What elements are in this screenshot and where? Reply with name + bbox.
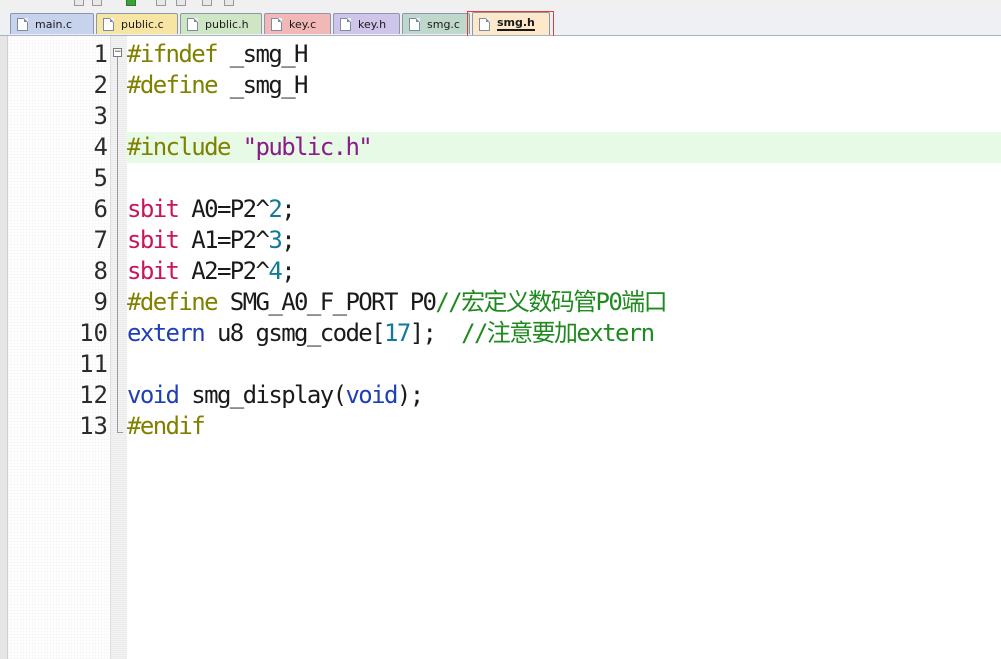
code-token: #define: [127, 288, 219, 316]
tab-label: public.h: [205, 17, 249, 31]
code-token: _smg_H: [216, 71, 309, 99]
code-token: smg_display(: [178, 381, 347, 409]
code-token: A2=P2^: [178, 257, 270, 285]
code-token: #endif: [127, 412, 206, 440]
code-line-text: void smg_display(void);: [127, 380, 424, 411]
code-token: ;: [281, 226, 295, 254]
fold-range-end: [117, 432, 123, 433]
tab-label: key.h: [358, 17, 387, 31]
document-icon: [340, 17, 351, 31]
fold-collapse-icon[interactable]: −: [113, 48, 122, 57]
code-line-text: extern u8 gsmg_code[17]; //注意要加extern: [127, 318, 655, 349]
toolbar-button-icon[interactable]: [74, 0, 84, 6]
code-line[interactable]: sbit A2=P2^4;: [0, 256, 1001, 287]
code-line[interactable]: void smg_display(void);: [0, 380, 1001, 411]
tab-key-h[interactable]: key.h: [333, 13, 400, 34]
document-icon: [187, 17, 198, 31]
tab-main-c[interactable]: main.c: [10, 13, 94, 34]
code-line[interactable]: #endif: [0, 411, 1001, 442]
toolbar-button-icon[interactable]: [92, 0, 102, 6]
toolbar-button-icon[interactable]: [202, 0, 212, 6]
tab-public-c[interactable]: public.c: [96, 13, 178, 34]
code-line[interactable]: [0, 101, 1001, 132]
code-line[interactable]: sbit A0=P2^2;: [0, 194, 1001, 225]
code-token: A1=P2^: [178, 226, 270, 254]
code-token: SMG_A0_F_PORT P0: [216, 288, 437, 316]
code-token: //宏定义数码管P0端口: [435, 288, 667, 316]
fold-range-line: [117, 57, 118, 432]
toolbar-button-icon[interactable]: [126, 0, 136, 6]
code-line[interactable]: #ifndef _smg_H: [0, 39, 1001, 70]
code-line[interactable]: #include "public.h": [126, 132, 1001, 163]
document-icon: [479, 17, 490, 31]
code-line[interactable]: #define SMG_A0_F_PORT P0//宏定义数码管P0端口: [0, 287, 1001, 318]
code-token: _smg_H: [216, 40, 309, 68]
tab-label: key.c: [289, 17, 317, 31]
code-token: #include: [127, 133, 231, 161]
code-line-text: sbit A2=P2^4;: [127, 256, 296, 287]
code-line[interactable]: extern u8 gsmg_code[17]; //注意要加extern: [0, 318, 1001, 349]
code-line-text: sbit A1=P2^3;: [127, 225, 296, 256]
document-icon: [271, 17, 282, 31]
code-token: 2: [268, 195, 282, 223]
tab-label: smg.c: [427, 17, 460, 31]
tab-key-c[interactable]: key.c: [264, 13, 331, 34]
code-token: #define: [127, 71, 219, 99]
code-token: sbit: [127, 257, 180, 285]
code-line-text: #define _smg_H: [127, 70, 309, 101]
code-token: A0=P2^: [178, 195, 270, 223]
code-line-text: #ifndef _smg_H: [127, 39, 309, 70]
toolbar-button-icon[interactable]: [224, 0, 234, 6]
code-token: void: [345, 381, 398, 409]
code-token: 4: [268, 257, 282, 285]
document-icon: [103, 17, 114, 31]
code-line-text: #endif: [127, 411, 206, 442]
code-token: 17: [384, 319, 411, 347]
code-token: ;: [281, 195, 295, 223]
code-line[interactable]: sbit A1=P2^3;: [0, 225, 1001, 256]
code-token: //注意要加extern: [461, 319, 655, 347]
code-line[interactable]: [0, 349, 1001, 380]
code-editor[interactable]: 1 #ifndef _smg_H 2 #define _smg_H 3 4 #include…: [0, 36, 1001, 659]
code-line-text: #include "public.h": [127, 132, 373, 163]
tab-smg-c[interactable]: smg.c: [402, 13, 470, 34]
code-line-text: sbit A0=P2^2;: [127, 194, 296, 225]
toolbar-button-icon[interactable]: [176, 0, 186, 6]
code-token: sbit: [127, 195, 180, 223]
tab-public-h[interactable]: public.h: [180, 13, 262, 34]
file-tab-bar: main.c public.c public.h key.c key.h smg…: [0, 10, 1001, 36]
code-token: ;: [281, 257, 295, 285]
code-token: "public.h": [242, 133, 373, 161]
code-line-text: #define SMG_A0_F_PORT P0//宏定义数码管P0端口: [127, 287, 668, 318]
code-token: sbit: [127, 226, 180, 254]
code-token: );: [396, 381, 424, 409]
document-icon: [409, 17, 420, 31]
code-line[interactable]: [0, 163, 1001, 194]
code-token: extern: [127, 319, 206, 347]
code-token: void: [127, 381, 180, 409]
toolbar-button-icon[interactable]: [156, 0, 166, 6]
document-icon: [17, 17, 28, 31]
code-token: #ifndef: [127, 40, 219, 68]
tab-label: smg.h: [497, 16, 535, 31]
line-number: 4: [93, 133, 108, 161]
code-token: ];: [409, 319, 462, 347]
tab-label: public.c: [121, 17, 164, 31]
code-token: 3: [268, 226, 282, 254]
tab-label: main.c: [35, 17, 73, 31]
tab-smg-h[interactable]: smg.h: [472, 12, 550, 35]
code-line[interactable]: #define _smg_H: [0, 70, 1001, 101]
code-token: u8 gsmg_code[: [204, 319, 386, 347]
